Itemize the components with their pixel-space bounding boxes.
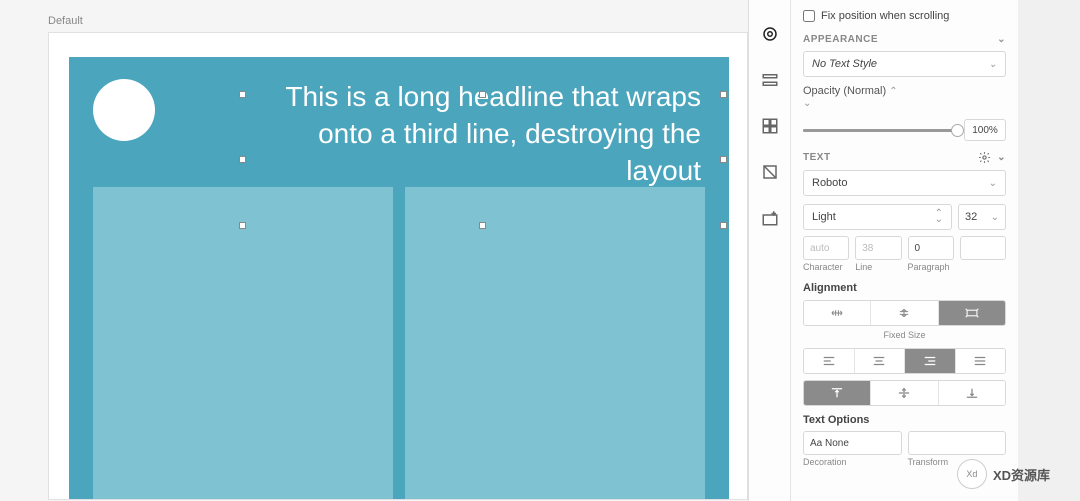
auto-height-button[interactable] [871, 301, 938, 325]
chevron-down-icon: ⌄ [989, 59, 997, 70]
align-top-button[interactable] [804, 381, 871, 405]
appearance-title: APPEARANCE [803, 34, 878, 45]
fixed-size-button[interactable] [939, 301, 1005, 325]
font-size-value: 32 [965, 211, 977, 223]
alignment-label: Alignment [803, 282, 1006, 294]
text-section-header[interactable]: TEXT ⌄ [803, 151, 1006, 164]
resize-handle-tm[interactable] [479, 91, 486, 98]
fix-position-label: Fix position when scrolling [821, 10, 949, 22]
tool-transform-icon[interactable] [756, 158, 784, 186]
decoration-label: Decoration [803, 457, 902, 467]
font-weight-select[interactable]: Light ⌃⌄ [803, 204, 952, 230]
spacing-extra-input[interactable] [960, 236, 1006, 260]
gear-icon[interactable] [978, 151, 991, 164]
tool-strip [748, 0, 790, 501]
tool-export-icon[interactable] [756, 204, 784, 232]
design-card[interactable]: This is a long headline that wraps onto … [69, 57, 729, 500]
align-bottom-button[interactable] [939, 381, 1005, 405]
avatar-circle[interactable] [93, 79, 155, 141]
align-justify-button[interactable] [956, 349, 1006, 373]
resize-handle-tl[interactable] [239, 91, 246, 98]
font-family-value: Roboto [812, 177, 847, 189]
chevron-down-icon: ⌄ [997, 152, 1006, 163]
canvas-region: Default This is a long headline that wra… [0, 0, 748, 501]
resize-handle-bl[interactable] [239, 222, 246, 229]
opacity-label: Opacity (Normal) ⌃⌄ [803, 85, 898, 109]
text-style-value: No Text Style [812, 58, 877, 70]
align-center-button[interactable] [855, 349, 906, 373]
fixed-size-label: Fixed Size [803, 330, 1006, 340]
resize-handle-mr[interactable] [720, 156, 727, 163]
fix-position-checkbox[interactable]: Fix position when scrolling [803, 10, 1006, 22]
resize-handle-tr[interactable] [720, 91, 727, 98]
paragraph-spacing-label: Paragraph [908, 262, 954, 272]
opacity-slider[interactable] [803, 129, 958, 132]
tool-properties-icon[interactable] [756, 20, 784, 48]
opacity-value-input[interactable]: 100% [964, 119, 1006, 141]
tool-align-icon[interactable] [756, 66, 784, 94]
character-spacing-label: Character [803, 262, 849, 272]
artboard-frame[interactable]: This is a long headline that wraps onto … [48, 32, 748, 500]
font-size-input[interactable]: 32 ⌄ [958, 204, 1006, 230]
horizontal-align-group [803, 348, 1006, 374]
text-style-select[interactable]: No Text Style ⌄ [803, 51, 1006, 77]
character-spacing-input[interactable]: auto [803, 236, 849, 260]
line-spacing-input[interactable]: 38 [855, 236, 901, 260]
stepper-icon: ⌃⌄ [935, 211, 943, 223]
opacity-slider-track [803, 129, 958, 132]
font-weight-value: Light [812, 211, 836, 223]
opacity-slider-knob[interactable] [951, 124, 964, 137]
font-family-select[interactable]: Roboto ⌄ [803, 170, 1006, 196]
card-column-left[interactable] [93, 187, 393, 500]
chevron-down-icon: ⌄ [991, 212, 999, 223]
watermark-text: XD资源库 [993, 465, 1050, 484]
paragraph-spacing-input[interactable]: 0 [908, 236, 954, 260]
card-column-right[interactable] [405, 187, 705, 500]
fix-position-input[interactable] [803, 10, 815, 22]
tool-grid-icon[interactable] [756, 112, 784, 140]
artboard-label[interactable]: Default [48, 15, 83, 27]
resize-handle-br[interactable] [720, 222, 727, 229]
transform-select[interactable] [908, 431, 1007, 455]
text-options-title: Text Options [803, 414, 1006, 426]
vertical-align-group [803, 380, 1006, 406]
sizing-mode-group [803, 300, 1006, 326]
auto-width-button[interactable] [804, 301, 871, 325]
watermark: Xd XD资源库 [957, 459, 1050, 489]
chevron-down-icon: ⌄ [997, 34, 1006, 45]
align-left-button[interactable] [804, 349, 855, 373]
align-right-button[interactable] [905, 349, 956, 373]
selection-box[interactable] [243, 95, 723, 225]
resize-handle-ml[interactable] [239, 156, 246, 163]
resize-handle-bm[interactable] [479, 222, 486, 229]
decoration-select[interactable]: Aa None [803, 431, 902, 455]
align-middle-button[interactable] [871, 381, 938, 405]
appearance-section-header[interactable]: APPEARANCE ⌄ [803, 34, 1006, 45]
text-section-title: TEXT [803, 152, 831, 163]
line-spacing-label: Line [855, 262, 901, 272]
chevron-down-icon: ⌄ [989, 178, 997, 189]
watermark-logo-icon: Xd [957, 459, 987, 489]
inspector-panel: Fix position when scrolling APPEARANCE ⌄… [790, 0, 1018, 501]
